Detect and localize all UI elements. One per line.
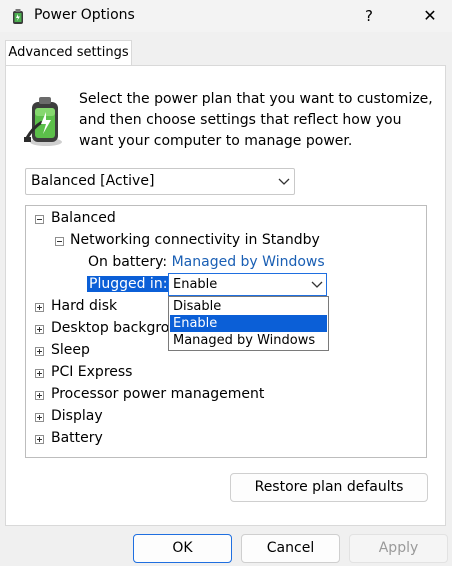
- plugged-in-select[interactable]: Enable: [168, 273, 327, 296]
- tree-item-networking[interactable]: Networking connectivity in Standby: [70, 232, 320, 248]
- tree-item-battery[interactable]: Battery: [51, 430, 103, 446]
- option-disable[interactable]: Disable: [170, 298, 327, 315]
- expand-sleep-icon[interactable]: [35, 347, 44, 356]
- chevron-down-icon: [278, 178, 290, 185]
- expand-hard-disk-icon[interactable]: [35, 303, 44, 312]
- tree-item-hard-disk[interactable]: Hard disk: [51, 298, 117, 314]
- expand-pci-express-icon[interactable]: [35, 369, 44, 378]
- expand-battery-icon[interactable]: [35, 435, 44, 444]
- title-bar: Power Options ? ✕: [0, 0, 452, 33]
- ok-button[interactable]: OK: [133, 534, 232, 563]
- option-managed-by-windows[interactable]: Managed by Windows: [170, 332, 327, 349]
- battery-plan-icon: [24, 97, 62, 146]
- restore-plan-defaults-button[interactable]: Restore plan defaults: [230, 473, 428, 502]
- tab-strip: Advanced settings: [0, 32, 452, 66]
- expand-display-icon[interactable]: [35, 413, 44, 422]
- power-plan-select[interactable]: Balanced [Active]: [25, 168, 295, 195]
- power-plan-value: Balanced [Active]: [31, 173, 155, 189]
- on-battery-label: On battery:: [88, 254, 168, 270]
- plugged-in-value: Enable: [173, 277, 218, 292]
- plugged-in-label: Plugged in:: [87, 276, 170, 292]
- cancel-button[interactable]: Cancel: [241, 534, 340, 563]
- help-button[interactable]: ?: [354, 0, 384, 32]
- plugged-in-dropdown-list: Disable Enable Managed by Windows: [168, 296, 329, 351]
- on-battery-row[interactable]: On battery: Managed by Windows: [88, 254, 325, 270]
- tree-item-display[interactable]: Display: [51, 408, 103, 424]
- tree-item-balanced[interactable]: Balanced: [51, 210, 116, 226]
- tree-item-pci-express[interactable]: PCI Express: [51, 364, 132, 380]
- option-enable[interactable]: Enable: [170, 315, 327, 332]
- chevron-down-icon: [311, 281, 323, 288]
- on-battery-value[interactable]: Managed by Windows: [172, 254, 325, 270]
- tab-advanced-settings[interactable]: Advanced settings: [5, 40, 132, 66]
- tree-item-desktop-background[interactable]: Desktop backgrou: [51, 320, 178, 336]
- power-options-icon: [13, 9, 23, 24]
- window-title: Power Options: [34, 7, 135, 23]
- collapse-balanced-icon[interactable]: [35, 215, 44, 224]
- tree-item-processor-power[interactable]: Processor power management: [51, 386, 264, 402]
- intro-text: Select the power plan that you want to c…: [79, 91, 433, 149]
- expand-processor-power-icon[interactable]: [35, 391, 44, 400]
- expand-desktop-background-icon[interactable]: [35, 325, 44, 334]
- plugged-in-row[interactable]: Plugged in:: [87, 276, 170, 292]
- apply-button[interactable]: Apply: [349, 534, 448, 563]
- tree-item-sleep[interactable]: Sleep: [51, 342, 90, 358]
- collapse-networking-icon[interactable]: [55, 237, 64, 246]
- close-button[interactable]: ✕: [412, 0, 448, 32]
